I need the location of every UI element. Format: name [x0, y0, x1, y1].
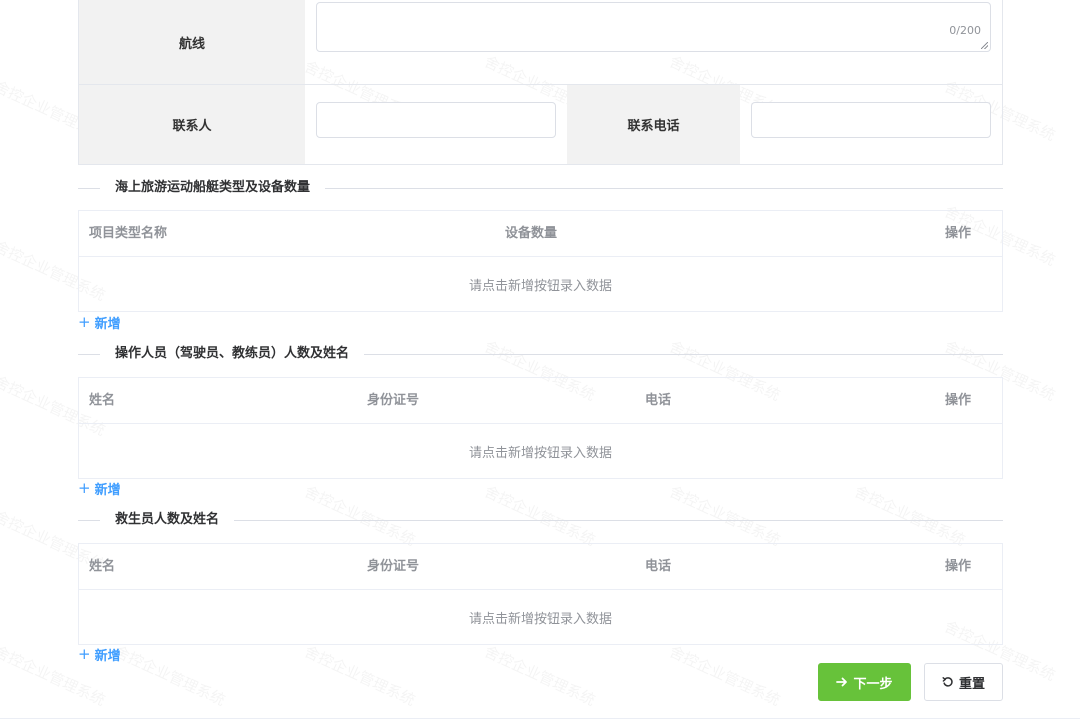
route-row: 航线 0/200: [79, 0, 1002, 84]
watermark-text: 舍控企业管理系统: [666, 641, 784, 711]
column-header: 项目类型名称: [89, 226, 168, 241]
column-header: 姓名: [89, 393, 116, 408]
arrow-right-icon: [836, 677, 848, 687]
section-title-operators: 操作人员（驾驶员、教练员）人数及姓名: [100, 344, 365, 364]
column-header: 操作: [945, 226, 972, 241]
operators-table: 姓名 身份证号 电话 操作 请点击新增按钮录入数据: [78, 377, 1003, 479]
watermark-text: 舍控企业管理系统: [481, 641, 599, 711]
column-header: 操作: [945, 559, 972, 574]
resize-handle-icon[interactable]: [981, 42, 988, 49]
reset-button[interactable]: 重置: [924, 663, 1003, 701]
route-textarea[interactable]: 0/200: [316, 2, 991, 52]
column-header: 身份证号: [367, 393, 420, 408]
column-header: 操作: [945, 393, 972, 408]
route-char-counter: 0/200: [949, 24, 981, 37]
column-header: 电话: [645, 559, 672, 574]
plus-icon: +: [78, 313, 91, 331]
lifeguards-table: 姓名 身份证号 电话 操作 请点击新增按钮录入数据: [78, 543, 1003, 645]
add-vessel-button[interactable]: + 新增: [78, 313, 121, 333]
reset-label: 重置: [958, 676, 985, 692]
section-divider-operators: 操作人员（驾驶员、教练员）人数及姓名: [78, 344, 1003, 364]
section-title-lifeguards: 救生员人数及姓名: [100, 510, 235, 530]
table-header: 姓名 身份证号 电话 操作: [79, 544, 1002, 590]
add-operator-button[interactable]: + 新增: [78, 479, 121, 499]
table-header: 项目类型名称 设备数量 操作: [79, 211, 1002, 257]
contact-input[interactable]: [316, 101, 556, 138]
next-step-button[interactable]: 下一步: [818, 663, 911, 701]
column-header: 身份证号: [367, 559, 420, 574]
phone-label: 联系电话: [567, 85, 740, 164]
add-label: 新增: [94, 317, 121, 332]
table-empty-text: 请点击新增按钮录入数据: [468, 278, 612, 294]
add-label: 新增: [94, 483, 121, 498]
route-cell: 0/200: [305, 0, 1002, 84]
phone-cell: [740, 85, 1002, 164]
table-empty-text: 请点击新增按钮录入数据: [468, 445, 612, 461]
contact-cell: [305, 85, 567, 164]
bottom-divider: [0, 718, 1080, 719]
section-divider-lifeguards: 救生员人数及姓名: [78, 510, 1003, 530]
phone-input[interactable]: [751, 101, 991, 138]
add-lifeguard-button[interactable]: + 新增: [78, 645, 121, 665]
column-header: 电话: [645, 393, 672, 408]
column-header: 姓名: [89, 559, 116, 574]
add-label: 新增: [94, 649, 121, 664]
next-step-label: 下一步: [853, 676, 893, 692]
watermark-text: 舍控企业管理系统: [301, 641, 419, 711]
section-title-vessels: 海上旅游运动船艇类型及设备数量: [100, 178, 326, 198]
contact-row: 联系人 联系电话: [79, 84, 1002, 164]
plus-icon: +: [78, 479, 91, 497]
plus-icon: +: [78, 645, 91, 663]
contact-label: 联系人: [79, 85, 305, 164]
column-header: 设备数量: [505, 226, 558, 241]
watermark-text: 舍控企业管理系统: [111, 641, 229, 711]
refresh-icon: [942, 677, 953, 687]
section-divider-vessels: 海上旅游运动船艇类型及设备数量: [78, 178, 1003, 198]
route-label: 航线: [79, 0, 305, 84]
info-form-table: 航线 0/200 联系人 联系电话: [78, 0, 1003, 165]
table-header: 姓名 身份证号 电话 操作: [79, 378, 1002, 424]
vessels-table: 项目类型名称 设备数量 操作 请点击新增按钮录入数据: [78, 210, 1003, 312]
table-empty-text: 请点击新增按钮录入数据: [468, 611, 612, 627]
